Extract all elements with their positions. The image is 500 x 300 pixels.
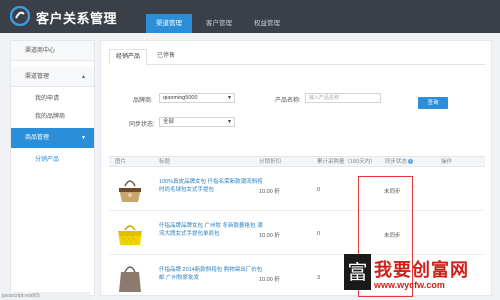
table-row: 仟指品牌品牌女包 广州牧 冬新款菱格包 潮流大牌女式手提包单肩包 10.00 折… [109,212,485,255]
product-title-link[interactable]: 仟指品牌 2014新款斜挎包 购物袋出厂价包邮 广州牧原批发 [159,266,263,282]
sync-status-label: 同步状态: [129,122,155,128]
purchase-count: 0 [317,231,321,237]
query-button[interactable]: 查询 [418,97,448,109]
help-icon[interactable]: ? [408,159,414,165]
sidebar-item-distribution-products[interactable]: 分销产品 [11,152,94,168]
sidebar-item-channel-center[interactable]: 渠道商中心 [11,41,94,61]
nav-tab-customer-management[interactable]: 客户管理 [198,14,240,33]
sidebar-item-my-brands[interactable]: 我的品牌商 [11,109,94,125]
product-tabs: 经销产品 已停售 [109,49,485,65]
product-title-link[interactable]: 100%真皮品牌女包 仟指名荣新款潮流斜挎时尚毛球包女式手提包 [159,178,263,194]
column-header-discount: 分销折扣 [259,159,282,165]
discount-value: 10.00 折 [259,277,280,283]
column-header-purchases: 累计采购量（180天内） [317,159,376,165]
sidebar-item-my-applications[interactable]: 我的申请 [11,91,94,107]
column-header-sync-status: 同步状态? [385,157,414,167]
product-thumbnail [119,180,141,202]
watermark: 富 我要创富网 www.wycfw.com [344,254,500,300]
browser-status-bar: javascript:void(0) [0,292,90,300]
tab-discontinued[interactable]: 已停售 [151,49,181,65]
sidebar-item-label: 渠道管理 [25,74,50,80]
chevron-up-icon: ▲ [81,74,86,80]
table-header: 图片 标题 分销折扣 累计采购量（180天内） 同步状态? 操作 [109,156,485,167]
sync-status-select[interactable]: 全部 ▼ [159,117,235,127]
watermark-url: www.wycfw.com [374,280,445,290]
sidebar-item-channel-management[interactable]: 渠道管理 ▲ [11,67,94,87]
nav-tab-rights-management[interactable]: 权益管理 [246,14,288,33]
sidebar: 渠道商中心 渠道管理 ▲ 我的申请 我的品牌商 商品管理 ▼ 分销产品 [10,40,95,296]
brand-select-value: qianming5000 [163,95,198,101]
product-thumbnail [119,266,141,292]
discount-value: 10.00 折 [259,233,280,239]
column-header-image: 图片 [115,159,127,165]
dropdown-arrow-icon: ▼ [227,95,232,101]
brand-select[interactable]: qianming5000 ▼ [159,93,235,103]
brand-label: 品牌商: [133,98,153,104]
dropdown-arrow-icon: ▼ [227,119,232,125]
watermark-seal: 富 [344,254,371,290]
product-thumbnail [118,225,142,245]
discount-value: 10.00 折 [259,189,280,195]
sync-status-header-label: 同步状态 [385,159,408,165]
sidebar-item-label: 渠道商中心 [25,48,56,54]
app-logo-icon [10,6,30,26]
product-name-input[interactable]: 输入产品名称 [305,93,381,103]
purchase-count: 0 [317,187,321,193]
product-title-link[interactable]: 仟指品牌品牌女包 广州牧 冬新款菱格包 潮流大牌女式手提包单肩包 [159,222,263,238]
chevron-down-icon: ▼ [81,135,86,141]
tab-distributed-products[interactable]: 经销产品 [109,49,148,65]
watermark-text: 我要创富网 [374,260,469,280]
app-title: 客户关系管理 [36,11,118,26]
sidebar-item-label: 我的品牌商 [35,114,66,120]
table-row: 100%真皮品牌女包 仟指名荣新款潮流斜挎时尚毛球包女式手提包 10.00 折 … [109,168,485,211]
sidebar-item-product-management[interactable]: 商品管理 ▼ [11,128,94,148]
nav-tab-channel-management[interactable]: 渠道管理 [146,14,192,33]
sidebar-item-label: 分销产品 [35,157,60,163]
sidebar-item-label: 我的申请 [35,96,60,102]
sidebar-item-label: 商品管理 [25,135,50,141]
sync-status-select-value: 全部 [163,119,175,125]
top-header: 客户关系管理 渠道管理 客户管理 权益管理 [0,0,500,33]
purchase-count: 3 [317,275,321,281]
column-header-title: 标题 [159,159,171,165]
column-header-actions: 操作 [441,159,453,165]
product-name-label: 产品名称: [275,98,301,104]
